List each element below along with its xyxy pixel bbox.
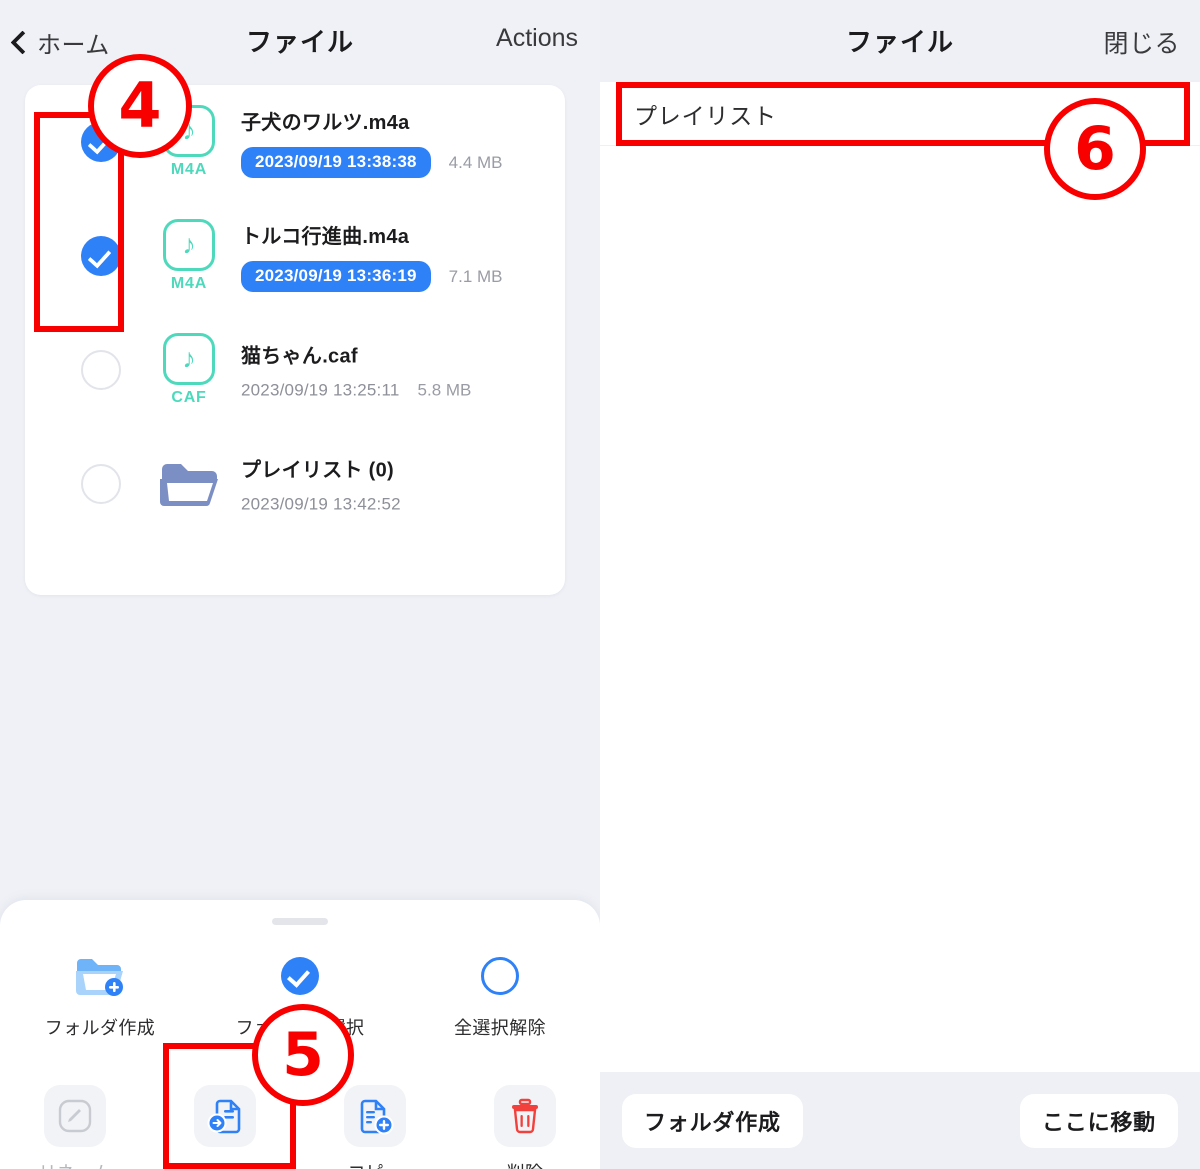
file-size: 7.1 MB <box>448 266 503 286</box>
rename-label: リネーム <box>38 1159 111 1169</box>
create-folder-label: フォルダ作成 <box>44 1018 156 1038</box>
file-info: トルコ行進曲.m4a 2023/09/19 13:36:19 7.1 MB <box>241 220 557 292</box>
folder-icon <box>153 459 225 509</box>
rename-button[interactable]: リネーム <box>0 1085 150 1169</box>
row-checkbox-unchecked[interactable] <box>81 350 121 390</box>
file-name: 猫ちゃん.caf <box>241 345 358 368</box>
file-date-badge: 2023/09/19 13:36:19 <box>241 261 431 292</box>
file-name: トルコ行進曲.m4a <box>241 226 410 248</box>
file-copy-icon <box>344 1085 406 1147</box>
file-info: 猫ちゃん.caf 2023/09/19 13:25:11 5.8 MB <box>241 340 557 401</box>
file-info: プレイリスト (0) 2023/09/19 13:42:52 <box>241 454 557 515</box>
deselect-all-label: 全選択解除 <box>454 1018 546 1038</box>
file-type-label: M4A <box>170 161 208 178</box>
circle-outline-icon <box>474 950 526 1002</box>
file-name: 子犬のワルツ.m4a <box>241 112 410 134</box>
create-folder-button[interactable]: フォルダ作成 <box>622 1094 803 1148</box>
music-note-file-icon: ♪ M4A <box>153 219 225 293</box>
rename-pencil-icon <box>44 1085 106 1147</box>
file-list-card: ♪ M4A 子犬のワルツ.m4a 2023/09/19 13:38:38 4.4… <box>25 85 565 595</box>
close-button[interactable]: 閉じる <box>1103 24 1180 60</box>
copy-label: コピー <box>347 1159 402 1169</box>
folder-date: 2023/09/19 13:42:52 <box>241 494 401 514</box>
actions-button[interactable]: Actions <box>496 24 578 53</box>
annotation-marker-6: 6 <box>1044 98 1146 200</box>
delete-button[interactable]: 削除 <box>450 1085 600 1169</box>
row-checkbox-checked[interactable] <box>81 236 121 276</box>
file-type-label: M4A <box>170 275 208 292</box>
create-folder-button[interactable]: フォルダ作成 <box>0 950 200 1040</box>
folder-name: プレイリスト (0) <box>241 459 394 482</box>
file-size: 4.4 MB <box>448 152 503 172</box>
annotation-marker-4: 4 <box>88 54 192 158</box>
move-here-button[interactable]: ここに移動 <box>1019 1094 1178 1148</box>
right-bottom-bar: フォルダ作成 ここに移動 <box>600 1072 1200 1169</box>
folder-add-icon <box>74 950 126 1002</box>
music-note-file-icon: ♪ CAF <box>153 333 225 407</box>
file-date: 2023/09/19 13:25:11 <box>241 380 400 400</box>
file-move-icon <box>194 1085 256 1147</box>
delete-label: 削除 <box>507 1159 544 1169</box>
file-date-badge: 2023/09/19 13:38:38 <box>241 147 431 178</box>
move-label: 移動 <box>207 1159 244 1169</box>
sheet-drag-handle[interactable] <box>272 918 328 925</box>
left-screen: ホーム ファイル Actions ♪ M4A 子犬のワルツ.m4a 2023/0… <box>0 0 600 1169</box>
check-circle-filled-icon <box>274 950 326 1002</box>
deselect-all-button[interactable]: 全選択解除 <box>400 950 600 1040</box>
table-row[interactable]: ♪ M4A トルコ行進曲.m4a 2023/09/19 13:36:19 7.1… <box>25 199 565 313</box>
file-size: 5.8 MB <box>417 380 472 400</box>
folder-name: プレイリスト <box>634 102 777 129</box>
file-info: 子犬のワルツ.m4a 2023/09/19 13:38:38 4.4 MB <box>241 106 557 178</box>
file-type-label: CAF <box>171 389 207 406</box>
left-nav-bar: ホーム ファイル Actions <box>0 0 600 82</box>
table-row[interactable]: プレイリスト (0) 2023/09/19 13:42:52 <box>25 427 565 541</box>
row-checkbox-unchecked[interactable] <box>81 464 121 504</box>
tutorial-screenshot-pair: ホーム ファイル Actions ♪ M4A 子犬のワルツ.m4a 2023/0… <box>0 0 1200 1169</box>
annotation-marker-5: 5 <box>252 1004 354 1106</box>
trash-icon <box>494 1085 556 1147</box>
table-row[interactable]: ♪ CAF 猫ちゃん.caf 2023/09/19 13:25:11 5.8 M… <box>25 313 565 427</box>
right-nav-bar: ファイル 閉じる <box>600 0 1200 82</box>
